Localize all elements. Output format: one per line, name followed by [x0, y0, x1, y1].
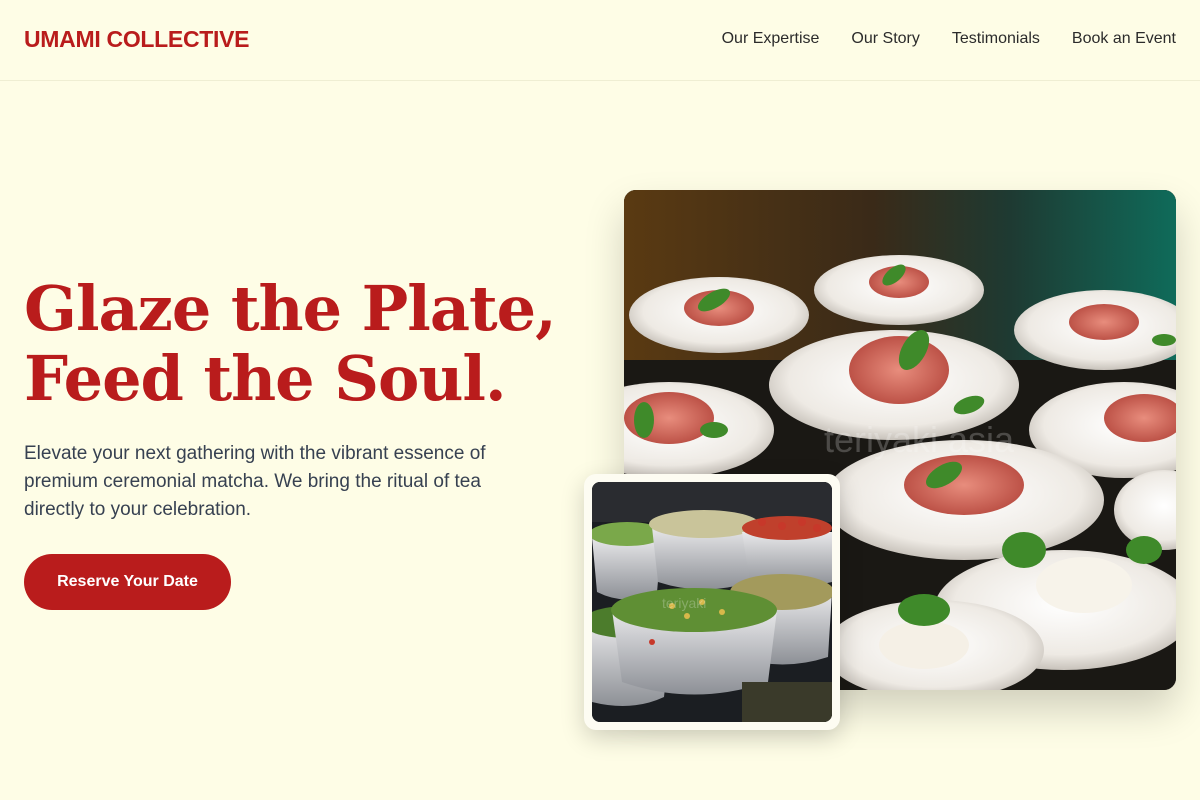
- site-header: UMAMI COLLECTIVE Our Expertise Our Story…: [0, 0, 1200, 81]
- main-nav: Our Expertise Our Story Testimonials Boo…: [722, 30, 1176, 48]
- nav-our-story[interactable]: Our Story: [851, 30, 919, 48]
- hero-title-line-1: Glaze the Plate,: [24, 272, 557, 345]
- hero-title-line-2: Feed the Soul.: [24, 342, 507, 415]
- brand-logo[interactable]: UMAMI COLLECTIVE: [24, 26, 250, 53]
- inset-photo-watermark: teriyaki: [662, 595, 706, 611]
- reserve-your-date-button[interactable]: Reserve Your Date: [24, 554, 231, 610]
- nav-our-expertise[interactable]: Our Expertise: [722, 30, 820, 48]
- hero-title: Glaze the Plate, Feed the Soul.: [24, 274, 584, 414]
- nav-testimonials[interactable]: Testimonials: [952, 30, 1040, 48]
- hero-description: Elevate your next gathering with the vib…: [24, 443, 486, 520]
- inset-salad-photo: teriyaki: [592, 482, 832, 722]
- nav-book-an-event[interactable]: Book an Event: [1072, 30, 1176, 48]
- inset-photo-frame: teriyaki: [584, 474, 840, 730]
- salad-bowls-image: teriyaki: [592, 482, 832, 722]
- main-photo-watermark: teriyaki asia: [824, 419, 1015, 460]
